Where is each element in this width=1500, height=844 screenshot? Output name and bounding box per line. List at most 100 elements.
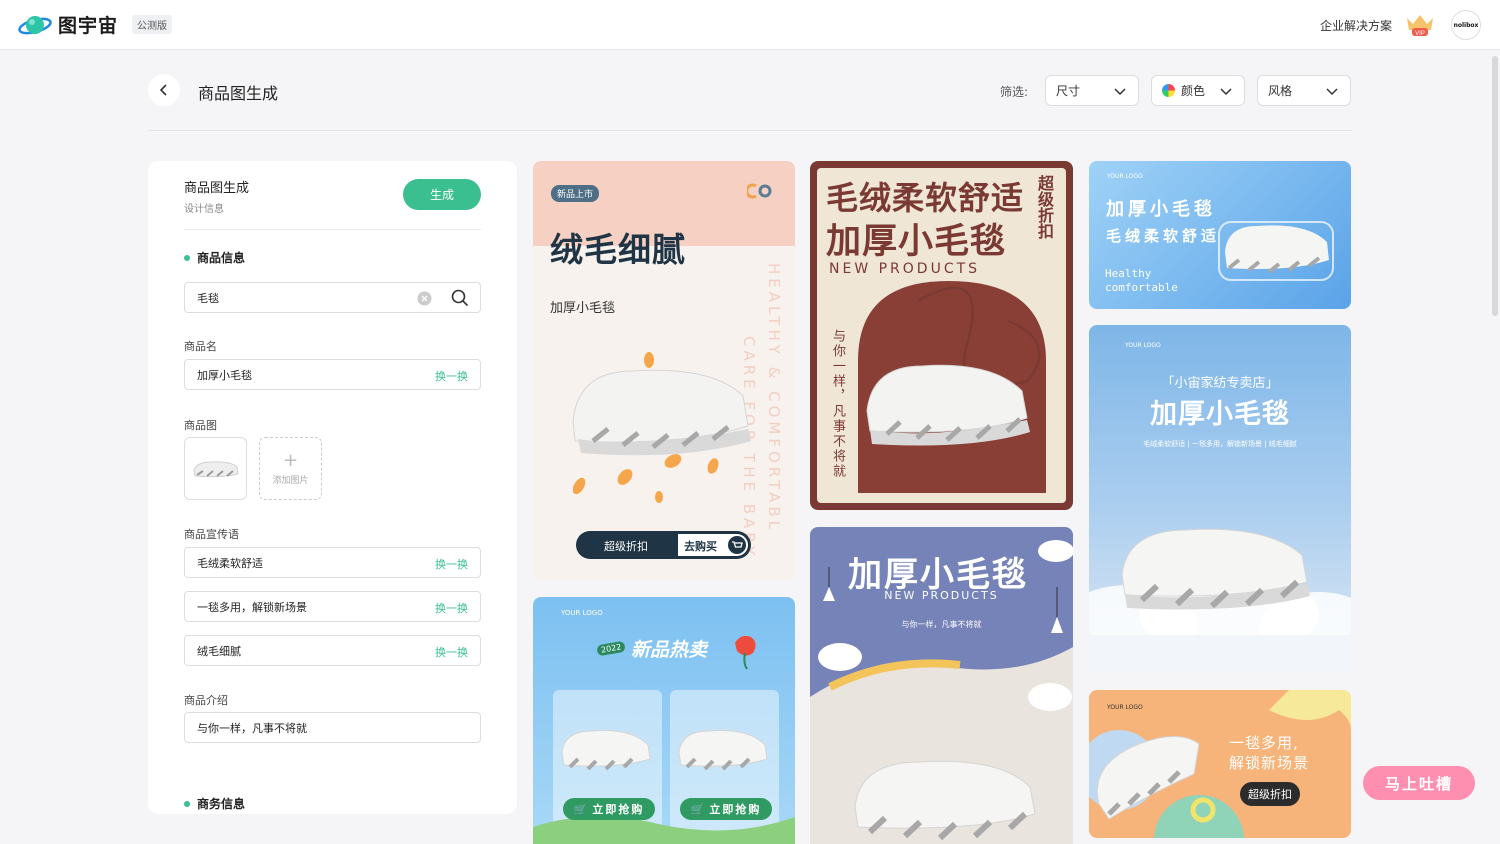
feedback-button[interactable]: 马上吐槽: [1363, 766, 1475, 800]
card-3-eng-2: comfortable: [1105, 281, 1178, 294]
card-5-flower-icon: [735, 635, 756, 670]
card-6-subline: 与你一样，凡事不将就: [901, 620, 982, 629]
color-filter-select[interactable]: 颜色: [1151, 75, 1245, 106]
product-name-label: 商品名: [184, 340, 217, 353]
card-7-line-1: 一毯多用,: [1229, 734, 1299, 752]
card-1-cta-right-box: 去购买: [678, 534, 748, 556]
template-card-2[interactable]: 毛绒柔软舒适 加厚小毛毯 超级折扣 NEW PRODUCTS 与你一样，凡事不将…: [810, 161, 1073, 510]
card-1-badge: 新品上市: [551, 185, 600, 202]
template-card-3[interactable]: YOUR LOGO 加厚小毛毯 毛绒柔软舒适 Healthy comfortab…: [1089, 161, 1351, 309]
color-wheel-icon: [1162, 84, 1175, 97]
business-info-heading: 商务信息: [184, 795, 245, 812]
top-bar: 图宇宙 公测版 企业解决方案 VIP nolibox: [0, 0, 1500, 50]
vip-crown-icon[interactable]: VIP: [1404, 12, 1436, 38]
feedback-label: 马上吐槽: [1384, 774, 1453, 793]
swap-name-button[interactable]: 换一换: [435, 368, 468, 384]
card-6-lamp-icon: [823, 567, 835, 601]
card-1-cta-right: 去购买: [684, 540, 717, 553]
card-5-year: 2022: [596, 640, 627, 657]
cart-icon: [728, 536, 746, 554]
slogan-input-3[interactable]: 绒毛细腻 换一换: [184, 635, 481, 666]
swap-slogan-3-button[interactable]: 换一换: [435, 644, 468, 660]
card-4-subline: 毛绒柔软舒适 | 一毯多用，解锁新场景 | 绒毛细腻: [1143, 440, 1297, 448]
card-3-line-2: 毛绒柔软舒适: [1106, 227, 1221, 245]
brand-name: 图宇宙: [58, 15, 119, 37]
product-info-heading-text: 商品信息: [197, 251, 246, 265]
card-2-headline-2: 加厚小毛毯: [826, 222, 1007, 262]
card-1-headline: 绒毛细腻: [550, 230, 686, 269]
card-6-blanket-image: [854, 760, 1036, 841]
design-form-panel: 商品图生成 设计信息 生成 商品信息 毛毯 商品名 加厚小毛毯 换一换 商品图 …: [148, 161, 517, 814]
card-6-lamp-icon: [1051, 587, 1063, 633]
card-2-blanket-image: [866, 364, 1030, 446]
beta-badge: 公测版: [132, 15, 173, 34]
template-card-6[interactable]: 加厚小毛毯 NEW PRODUCTS 与你一样，凡事不将就: [810, 527, 1073, 844]
enterprise-solutions-link[interactable]: 企业解决方案: [1320, 17, 1392, 34]
add-image-label: 添加图片: [272, 475, 309, 486]
chevron-down-icon: [1326, 88, 1338, 96]
template-card-5[interactable]: YOUR LOGO 2022 新品热卖 🛒 立即抢购 🛒 立即抢购: [533, 597, 795, 844]
logo[interactable]: 图宇宙 公测版: [18, 11, 173, 38]
form-subtitle: 设计信息: [184, 204, 224, 215]
card-4-shop-name: 「小宙家纺专卖店」: [1161, 376, 1279, 391]
card-5-headline: 新品热卖: [631, 639, 708, 661]
product-search-input[interactable]: 毛毯: [184, 282, 481, 313]
slogan-label: 商品宣传语: [184, 528, 239, 541]
product-search-value: 毛毯: [197, 291, 219, 305]
card-2-side-text: 超级折扣: [1035, 175, 1054, 239]
slogan-value-2: 一毯多用，解锁新场景: [197, 600, 307, 614]
add-image-button[interactable]: + 添加图片: [259, 437, 322, 500]
card-7-cta[interactable]: 超级折扣: [1240, 782, 1300, 806]
card-5-buy-button-1[interactable]: 🛒 立即抢购: [563, 798, 655, 820]
page-title: 商品图生成: [198, 84, 279, 103]
product-image-label: 商品图: [184, 419, 217, 432]
swap-slogan-1-button[interactable]: 换一换: [435, 556, 468, 572]
card-1-cta-pill[interactable]: 超级折扣 去购买: [576, 531, 751, 559]
cart-icon: 🛒: [690, 802, 707, 816]
card-1-subtitle: 加厚小毛毯: [550, 301, 616, 316]
page-scrollbar[interactable]: [1492, 56, 1498, 316]
size-filter-select[interactable]: 尺寸: [1045, 75, 1139, 106]
intro-label: 商品介绍: [184, 694, 228, 707]
cart-icon: 🛒: [573, 802, 590, 816]
card-5-logo: YOUR LOGO: [561, 609, 603, 617]
template-card-1[interactable]: 新品上市 绒毛细腻 加厚小毛毯 HEALTHY & COMFORTABL CAR…: [533, 161, 795, 580]
slogan-value-3: 绒毛细腻: [197, 644, 241, 658]
card-1-cta-left: 超级折扣: [604, 540, 648, 553]
card-5-blanket-image-1: [561, 730, 651, 771]
business-info-heading-text: 商务信息: [197, 797, 246, 811]
product-info-heading: 商品信息: [184, 249, 245, 266]
card-3-blanket-image: [1218, 221, 1334, 281]
blanket-thumbnail-image: [192, 460, 239, 477]
card-1-petals-decoration: [573, 352, 719, 503]
swap-slogan-2-button[interactable]: 换一换: [435, 600, 468, 616]
filter-label: 筛选:: [1000, 85, 1029, 99]
card-5-blanket-image-2: [678, 730, 768, 771]
card-4-blanket-image: [1121, 528, 1310, 610]
product-image-thumbnail[interactable]: [184, 437, 247, 500]
generate-button[interactable]: 生成: [403, 179, 481, 210]
card-5-buy-button-2[interactable]: 🛒 立即抢购: [680, 798, 772, 820]
template-card-4[interactable]: YOUR LOGO 「小宙家纺专卖店」 加厚小毛毯 毛绒柔软舒适 | 一毯多用，…: [1089, 325, 1351, 673]
template-card-7[interactable]: YOUR LOGO 一毯多用, 解锁新场景 超级折扣: [1089, 690, 1351, 838]
chevron-down-icon: [1114, 88, 1126, 96]
chevron-down-icon: [1220, 88, 1232, 96]
product-name-input[interactable]: 加厚小毛毯 换一换: [184, 359, 481, 390]
card-2-vertical-slogan: 与你一样，凡事不将就: [830, 329, 845, 479]
card-5-buy-label-1: 立即抢购: [592, 803, 645, 816]
style-filter-select[interactable]: 风格: [1257, 75, 1351, 106]
header-divider: [148, 130, 1352, 131]
vip-label: VIP: [1415, 31, 1425, 37]
avatar[interactable]: nolibox: [1451, 10, 1481, 40]
search-icon[interactable]: [451, 289, 469, 307]
size-filter-value: 尺寸: [1056, 84, 1081, 98]
clear-icon[interactable]: [417, 291, 432, 306]
slogan-input-1[interactable]: 毛绒柔软舒适 换一换: [184, 547, 481, 578]
form-title: 商品图生成: [184, 181, 250, 196]
back-button[interactable]: [148, 74, 180, 106]
card-7-line-2: 解锁新场景: [1229, 754, 1310, 772]
slogan-input-2[interactable]: 一毯多用，解锁新场景 换一换: [184, 591, 481, 622]
style-filter-value: 风格: [1268, 84, 1293, 98]
section-dot: [184, 254, 190, 261]
intro-input[interactable]: 与你一样，凡事不将就: [184, 712, 481, 743]
